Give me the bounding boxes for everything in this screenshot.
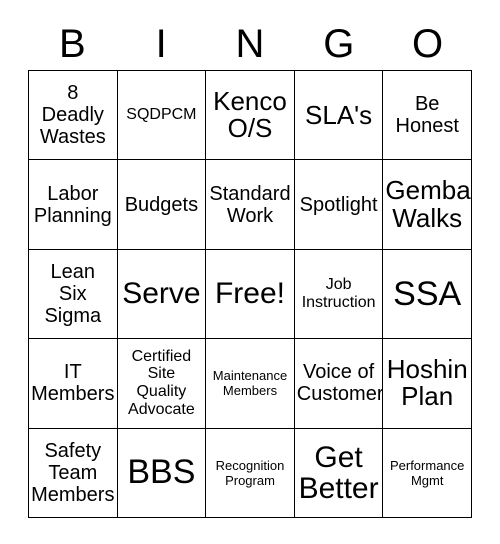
bingo-cell[interactable]: 8 Deadly Wastes xyxy=(29,71,118,161)
bingo-cell[interactable]: Hoshin Plan xyxy=(383,339,472,429)
bingo-cell-label: SLA's xyxy=(305,99,373,130)
bingo-cell-label: Budgets xyxy=(124,193,199,216)
bingo-cell-label: Lean Six Sigma xyxy=(44,260,102,327)
bingo-cell-label: Standard Work xyxy=(209,182,291,227)
bingo-cell[interactable]: Labor Planning xyxy=(29,160,118,250)
bingo-cell-label: SSA xyxy=(393,274,462,313)
bingo-cell[interactable]: Certified Site Quality Advocate xyxy=(117,339,207,429)
bingo-cell[interactable]: Budgets xyxy=(117,160,207,250)
bingo-header-letter-o: O xyxy=(412,22,444,66)
bingo-cell[interactable]: Get Better xyxy=(294,428,384,518)
bingo-cell-label: Recognition Program xyxy=(215,457,285,488)
bingo-header-row: B I N G O xyxy=(28,18,472,70)
bingo-header-letter-b: B xyxy=(59,22,86,66)
bingo-cell[interactable]: SSA xyxy=(383,249,472,340)
bingo-cell-label: Job Instruction xyxy=(301,276,376,311)
bingo-cell[interactable]: BBS xyxy=(117,428,207,518)
bingo-cell[interactable]: Standard Work xyxy=(206,160,295,250)
bingo-cell[interactable]: Performance Mgmt xyxy=(383,428,472,518)
bingo-grid: 8 Deadly Wastes SQDPCM Kenco O/S SLA's Be Ho… xyxy=(28,70,472,518)
bingo-cell-label: Serve xyxy=(122,277,201,311)
bingo-cell[interactable]: Be Honest xyxy=(383,71,472,161)
bingo-cell-label: Gemba Walks xyxy=(385,175,471,233)
bingo-cell-label: Maintenance Members xyxy=(212,368,288,399)
bingo-header-letter-g: G xyxy=(323,22,355,66)
bingo-cell-label: Voice of Customer xyxy=(296,361,384,406)
bingo-cell[interactable]: Voice of Customer xyxy=(294,339,384,429)
bingo-cell[interactable]: IT Members xyxy=(29,339,118,429)
bingo-cell-label: Spotlight xyxy=(299,193,378,216)
bingo-cell-label: Safety Team Members xyxy=(31,439,115,506)
bingo-cell[interactable]: Lean Six Sigma xyxy=(29,249,118,340)
bingo-cell-label: SQDPCM xyxy=(126,106,197,124)
bingo-header-letter-i: I xyxy=(155,22,167,66)
bingo-cell-label: Free! xyxy=(214,277,285,311)
bingo-cell-label: Get Better xyxy=(298,440,379,505)
bingo-cell-label: BBS xyxy=(127,453,196,492)
bingo-cell[interactable]: SQDPCM xyxy=(117,71,207,161)
bingo-cell[interactable]: Spotlight xyxy=(294,160,384,250)
bingo-cell-label: Labor Planning xyxy=(33,182,112,227)
bingo-cell-label: Be Honest xyxy=(395,93,459,138)
bingo-cell-label: Kenco O/S xyxy=(213,85,287,144)
bingo-cell[interactable]: Job Instruction xyxy=(294,249,384,340)
bingo-cell[interactable]: Safety Team Members xyxy=(29,428,118,518)
bingo-cell[interactable]: Maintenance Members xyxy=(206,339,295,429)
bingo-cell-label: IT Members xyxy=(31,361,115,406)
bingo-cell-label: 8 Deadly Wastes xyxy=(39,82,106,149)
bingo-cell[interactable]: Serve xyxy=(117,249,207,340)
bingo-cell-label: Certified Site Quality Advocate xyxy=(128,347,195,419)
bingo-cell-label: Hoshin Plan xyxy=(386,354,468,412)
bingo-card: B I N G O 8 Deadly Wastes SQDPCM Kenco O/S… xyxy=(0,0,500,544)
bingo-cell-label: Performance Mgmt xyxy=(389,457,465,488)
bingo-cell[interactable]: Kenco O/S xyxy=(206,71,295,161)
bingo-cell[interactable]: SLA's xyxy=(294,71,384,161)
bingo-cell-free[interactable]: Free! xyxy=(206,249,295,340)
bingo-header-letter-n: N xyxy=(235,22,265,66)
bingo-cell[interactable]: Gemba Walks xyxy=(383,160,472,250)
bingo-cell[interactable]: Recognition Program xyxy=(206,428,295,518)
